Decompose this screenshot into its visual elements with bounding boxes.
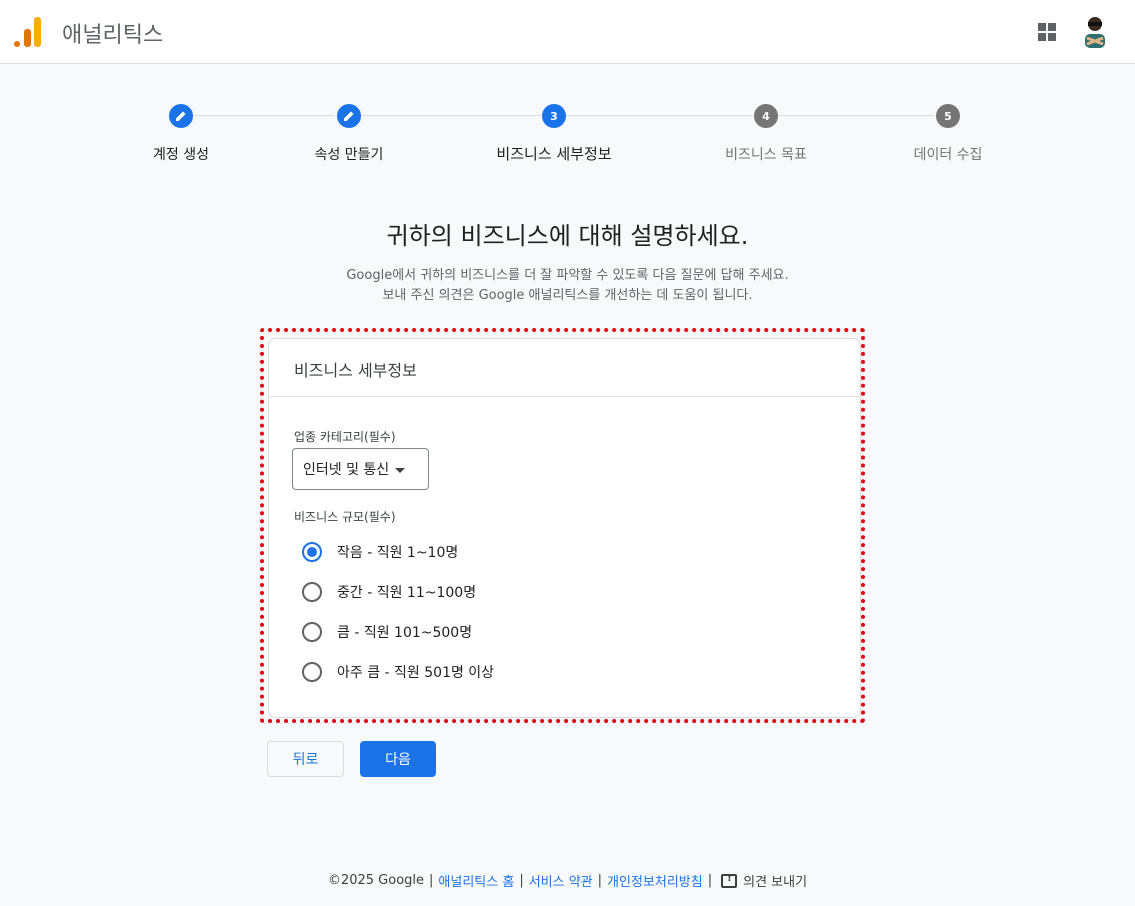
privacy-link[interactable]: 개인정보처리방침 bbox=[607, 871, 703, 890]
next-button[interactable]: 다음 bbox=[360, 741, 436, 777]
top-app-bar: 애널리틱스 bbox=[0, 0, 1135, 64]
analytics-home-link[interactable]: 애널리틱스 홈 bbox=[438, 871, 514, 890]
page-heading: 귀하의 비즈니스에 대해 설명하세요. bbox=[386, 222, 749, 250]
setup-stepper: 3 4 5 계정 생성 속성 만들기 비즈니스 세부정보 비즈니스 목표 데이터… bbox=[0, 100, 1135, 170]
terms-link[interactable]: 서비스 약관 bbox=[529, 871, 593, 890]
feedback-link[interactable]: 의견 보내기 bbox=[743, 871, 807, 890]
edit-icon bbox=[344, 111, 354, 121]
page-description-line-1: Google에서 귀하의 비즈니스를 더 잘 파악할 수 있도록 다음 질문에 … bbox=[346, 268, 789, 283]
step-3-label: 비즈니스 세부정보 bbox=[496, 145, 612, 163]
category-label: 업종 카테고리(필수) bbox=[294, 430, 396, 444]
category-select-value: 인터넷 및 통신 bbox=[303, 462, 390, 478]
caret-down-icon bbox=[395, 467, 406, 473]
step-2-label[interactable]: 속성 만들기 bbox=[315, 144, 384, 164]
avatar[interactable] bbox=[1078, 14, 1112, 50]
step-5-marker: 5 bbox=[936, 104, 960, 128]
card-divider bbox=[269, 396, 860, 397]
size-option-label: 중간 - 직원 11~100명 bbox=[337, 585, 477, 601]
radio-button[interactable] bbox=[302, 582, 322, 602]
step-connector bbox=[566, 115, 753, 116]
step-1-label[interactable]: 계정 생성 bbox=[153, 144, 209, 164]
size-option-label: 아주 큼 - 직원 501명 이상 bbox=[337, 665, 495, 681]
page-description: Google에서 귀하의 비즈니스를 더 잘 파악할 수 있도록 다음 질문에 … bbox=[0, 266, 1135, 306]
size-option-small[interactable]: 작음 - 직원 1~10명 bbox=[302, 540, 458, 564]
footer-separator: | bbox=[597, 873, 603, 888]
edit-icon bbox=[176, 111, 186, 121]
size-option-label: 작음 - 직원 1~10명 bbox=[337, 545, 459, 561]
radio-button[interactable] bbox=[302, 622, 322, 642]
category-select[interactable]: 인터넷 및 통신 bbox=[292, 448, 429, 490]
size-option-medium[interactable]: 중간 - 직원 11~100명 bbox=[302, 580, 476, 604]
footer-separator: | bbox=[429, 873, 434, 888]
size-label: 비즈니스 규모(필수) bbox=[294, 510, 396, 524]
step-1-edit-icon[interactable] bbox=[169, 104, 193, 128]
copyright: ©2025 Google bbox=[327, 873, 425, 888]
step-5-label: 데이터 수집 bbox=[913, 147, 983, 163]
radio-button-checked[interactable] bbox=[302, 542, 322, 562]
step-3-marker: 3 bbox=[542, 104, 566, 128]
step-connector bbox=[778, 115, 935, 116]
step-2-edit-icon[interactable] bbox=[337, 104, 361, 128]
footer: ©2025 Google | 애널리틱스 홈 | 서비스 약관 | 개인정보처리… bbox=[0, 871, 1135, 891]
step-4-label: 비즈니스 목표 bbox=[725, 147, 807, 163]
app-title[interactable]: 애널리틱스 bbox=[62, 17, 163, 49]
size-option-label: 큼 - 직원 101~500명 bbox=[337, 625, 473, 641]
footer-separator: | bbox=[707, 873, 713, 888]
page-description-line-2: 보내 주신 의견은 Google 애널리틱스를 개선하는 데 도움이 됩니다. bbox=[382, 288, 753, 303]
analytics-logo-icon[interactable] bbox=[14, 17, 42, 47]
step-4-marker: 4 bbox=[754, 104, 778, 128]
feedback-icon[interactable] bbox=[721, 873, 738, 888]
card-title: 비즈니스 세부정보 bbox=[294, 361, 417, 380]
apps-grid-icon[interactable] bbox=[1038, 23, 1056, 41]
step-connector bbox=[193, 115, 335, 116]
size-option-very-large[interactable]: 아주 큼 - 직원 501명 이상 bbox=[302, 660, 494, 684]
business-details-card: 비즈니스 세부정보 업종 카테고리(필수) 인터넷 및 통신 비즈니스 규모(필… bbox=[268, 338, 861, 718]
radio-button[interactable] bbox=[302, 662, 322, 682]
back-button[interactable]: 뒤로 bbox=[267, 741, 344, 777]
step-connector bbox=[361, 115, 541, 116]
size-option-large[interactable]: 큼 - 직원 101~500명 bbox=[302, 620, 472, 644]
footer-separator: | bbox=[519, 873, 524, 888]
